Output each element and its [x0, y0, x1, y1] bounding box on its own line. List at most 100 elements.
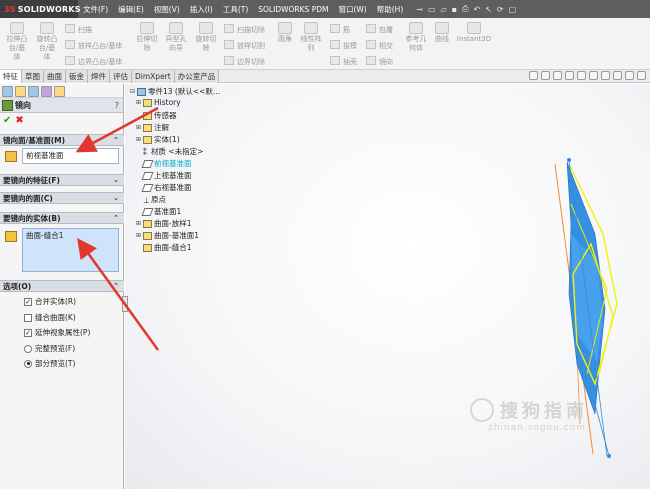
view-orientation-icon[interactable] — [577, 71, 586, 80]
options-icon[interactable]: ▢ — [509, 5, 517, 14]
select-icon[interactable]: ↖ — [485, 5, 492, 14]
tree-item-material[interactable]: ⁑ 材质 <未指定> — [136, 146, 203, 157]
rib-button[interactable]: 筋 — [330, 24, 350, 35]
section-view-icon[interactable] — [565, 71, 574, 80]
tree-item-right-plane[interactable]: 右视基准面 — [136, 182, 192, 193]
extrude-boss-button[interactable]: 拉伸凸 台/基 体 — [2, 22, 32, 62]
expand-chevron-icon: ⌄ — [113, 194, 119, 202]
configuration-manager-icon[interactable] — [28, 86, 39, 97]
extrude-cut-button[interactable]: 拉伸切 除 — [133, 22, 161, 53]
feature-manager-icon[interactable] — [2, 86, 13, 97]
merge-solids-checkbox[interactable]: ✓ 合并实体(R) — [24, 296, 76, 307]
pin-icon[interactable]: ⊸ — [416, 5, 423, 14]
section-header[interactable]: 要镜向的实体(B) ⌃ — [0, 212, 124, 224]
cancel-button[interactable]: ✖ — [15, 115, 23, 126]
tree-item-sensors[interactable]: 传感器 — [136, 110, 177, 121]
tree-item-surface-loft1[interactable]: ⊞ 曲面-放样1 — [136, 218, 191, 229]
section-header[interactable]: 选项(O) ⌃ — [0, 280, 124, 292]
appearance-icon[interactable] — [613, 71, 622, 80]
sweep-button[interactable]: 扫描 — [65, 24, 92, 35]
tree-item-plane1[interactable]: 基准面1 — [136, 206, 181, 217]
menu-help[interactable]: 帮助(H) — [372, 4, 409, 15]
tree-item-surface-knit1[interactable]: 曲面-缝合1 — [136, 242, 191, 253]
bodies-selection-list[interactable]: 曲面-缝合1 — [22, 228, 119, 272]
loft-cut-button[interactable]: 放样切割 — [224, 40, 265, 51]
tab-evaluate[interactable]: 评估 — [110, 70, 132, 83]
hide-show-icon[interactable] — [601, 71, 610, 80]
tree-item-history[interactable]: ⊞ History — [136, 98, 181, 107]
ok-button[interactable]: ✔ — [3, 115, 11, 126]
intersect-button[interactable]: 相交 — [366, 40, 393, 51]
new-document-icon[interactable]: ▭ — [428, 5, 436, 14]
tree-item-origin[interactable]: ⊥ 原点 — [136, 194, 166, 205]
revolve-boss-button[interactable]: 旋转凸 台/基 体 — [32, 22, 62, 62]
tab-dimxpert[interactable]: DimXpert — [132, 70, 175, 83]
help-button[interactable]: ? — [115, 101, 119, 110]
mirror-feature-icon — [2, 99, 13, 111]
view-settings-icon[interactable] — [637, 71, 646, 80]
tab-sketch[interactable]: 草图 — [22, 70, 44, 83]
linear-pattern-button[interactable]: 线性阵 列 — [296, 22, 326, 53]
solidworks-logo[interactable]: 3S SOLIDWORKS — [0, 0, 81, 18]
wrap-button[interactable]: 包覆 — [366, 24, 393, 35]
tree-item-front-plane[interactable]: 前视基准面 — [136, 158, 192, 169]
loft-boss-button[interactable]: 放样凸台/基体 — [65, 40, 122, 51]
dimxpert-manager-icon[interactable] — [41, 86, 52, 97]
rebuild-icon[interactable]: ⟳ — [497, 5, 504, 14]
full-preview-radio[interactable]: 完整预览(F) — [24, 343, 75, 354]
boundary-boss-button[interactable]: 边界凸台/基体 — [65, 56, 122, 67]
print-icon[interactable]: ⎙ — [462, 4, 468, 14]
mirror-plane-field[interactable]: 前视基准面 — [22, 148, 119, 164]
property-manager: 镜向 ? ✔ ✖ 镜向面/基准面(M) ⌃ 前视基准面 要镜向的特征(F) ⌄ 要镜… — [0, 84, 124, 489]
tree-item-surface-plane1[interactable]: ⊞ 曲面-基准面1 — [136, 230, 199, 241]
curves-button[interactable]: 曲线 — [431, 22, 453, 44]
menu-window[interactable]: 窗口(W) — [333, 4, 371, 15]
section-header[interactable]: 要镜向的特征(F) ⌄ — [0, 174, 124, 186]
hole-wizard-button[interactable]: 异型孔 向导 — [161, 22, 191, 53]
save-icon[interactable]: ▪ — [452, 5, 457, 14]
menu-pdm[interactable]: SOLIDWORKS PDM — [253, 5, 333, 14]
tree-root[interactable]: ⊟ 零件13 (默认<<默... — [130, 86, 220, 97]
tab-surfaces[interactable]: 曲面 — [44, 70, 66, 83]
zoom-area-icon[interactable] — [541, 71, 550, 80]
menu-file[interactable]: 文件(F) — [78, 4, 113, 15]
instant3d-button[interactable]: Instant3D — [455, 22, 493, 44]
scene-icon[interactable] — [625, 71, 634, 80]
menu-insert[interactable]: 插入(I) — [185, 4, 218, 15]
section-header[interactable]: 镜向面/基准面(M) ⌃ — [0, 134, 124, 146]
section-faces: 要镜向的面(C) ⌄ — [0, 192, 124, 204]
display-manager-icon[interactable] — [54, 86, 65, 97]
revolve-cut-button[interactable]: 旋转切 除 — [191, 22, 221, 53]
tab-weldments[interactable]: 焊件 — [88, 70, 110, 83]
fillet-button[interactable]: 圆角 — [274, 22, 296, 44]
knit-surfaces-checkbox[interactable]: 缝合曲面(K) — [24, 312, 76, 323]
undo-icon[interactable]: ↶ — [474, 5, 481, 14]
panel-collapse-handle[interactable]: ‹ — [122, 296, 128, 312]
previous-view-icon[interactable] — [553, 71, 562, 80]
boundary-cut-button[interactable]: 边界切除 — [224, 56, 265, 67]
tab-features[interactable]: 特征 — [0, 70, 22, 83]
shell-button[interactable]: 抽壳 — [330, 56, 357, 67]
draft-button[interactable]: 拔模 — [330, 40, 357, 51]
expand-chevron-icon: ⌄ — [113, 176, 119, 184]
tree-item-top-plane[interactable]: 上视基准面 — [136, 170, 192, 181]
display-style-icon[interactable] — [589, 71, 598, 80]
menu-edit[interactable]: 编辑(E) — [113, 4, 149, 15]
plane-selection-icon — [5, 151, 17, 162]
tree-item-annotations[interactable]: ⊞ 注解 — [136, 122, 169, 133]
menu-tools[interactable]: 工具(T) — [218, 4, 253, 15]
tab-sheet-metal[interactable]: 钣金 — [66, 70, 88, 83]
propagate-visual-checkbox[interactable]: ✓ 延伸视象属性(P) — [24, 327, 90, 338]
mirror-button[interactable]: 镜向 — [366, 56, 393, 67]
tree-item-bodies[interactable]: ⊞ 实体(1) — [136, 134, 180, 145]
property-manager-icon[interactable] — [15, 86, 26, 97]
tab-office[interactable]: 办公室产品 — [174, 70, 220, 83]
vertex-point — [567, 158, 571, 162]
menu-view[interactable]: 视图(V) — [149, 4, 185, 15]
ref-geometry-button[interactable]: 参考几 何体 — [401, 22, 431, 53]
sweep-cut-button[interactable]: 扫描切除 — [224, 24, 265, 35]
section-header[interactable]: 要镜向的面(C) ⌄ — [0, 192, 124, 204]
open-icon[interactable]: ▱ — [441, 5, 447, 14]
partial-preview-radio[interactable]: 部分预览(T) — [24, 358, 75, 369]
zoom-fit-icon[interactable] — [529, 71, 538, 80]
